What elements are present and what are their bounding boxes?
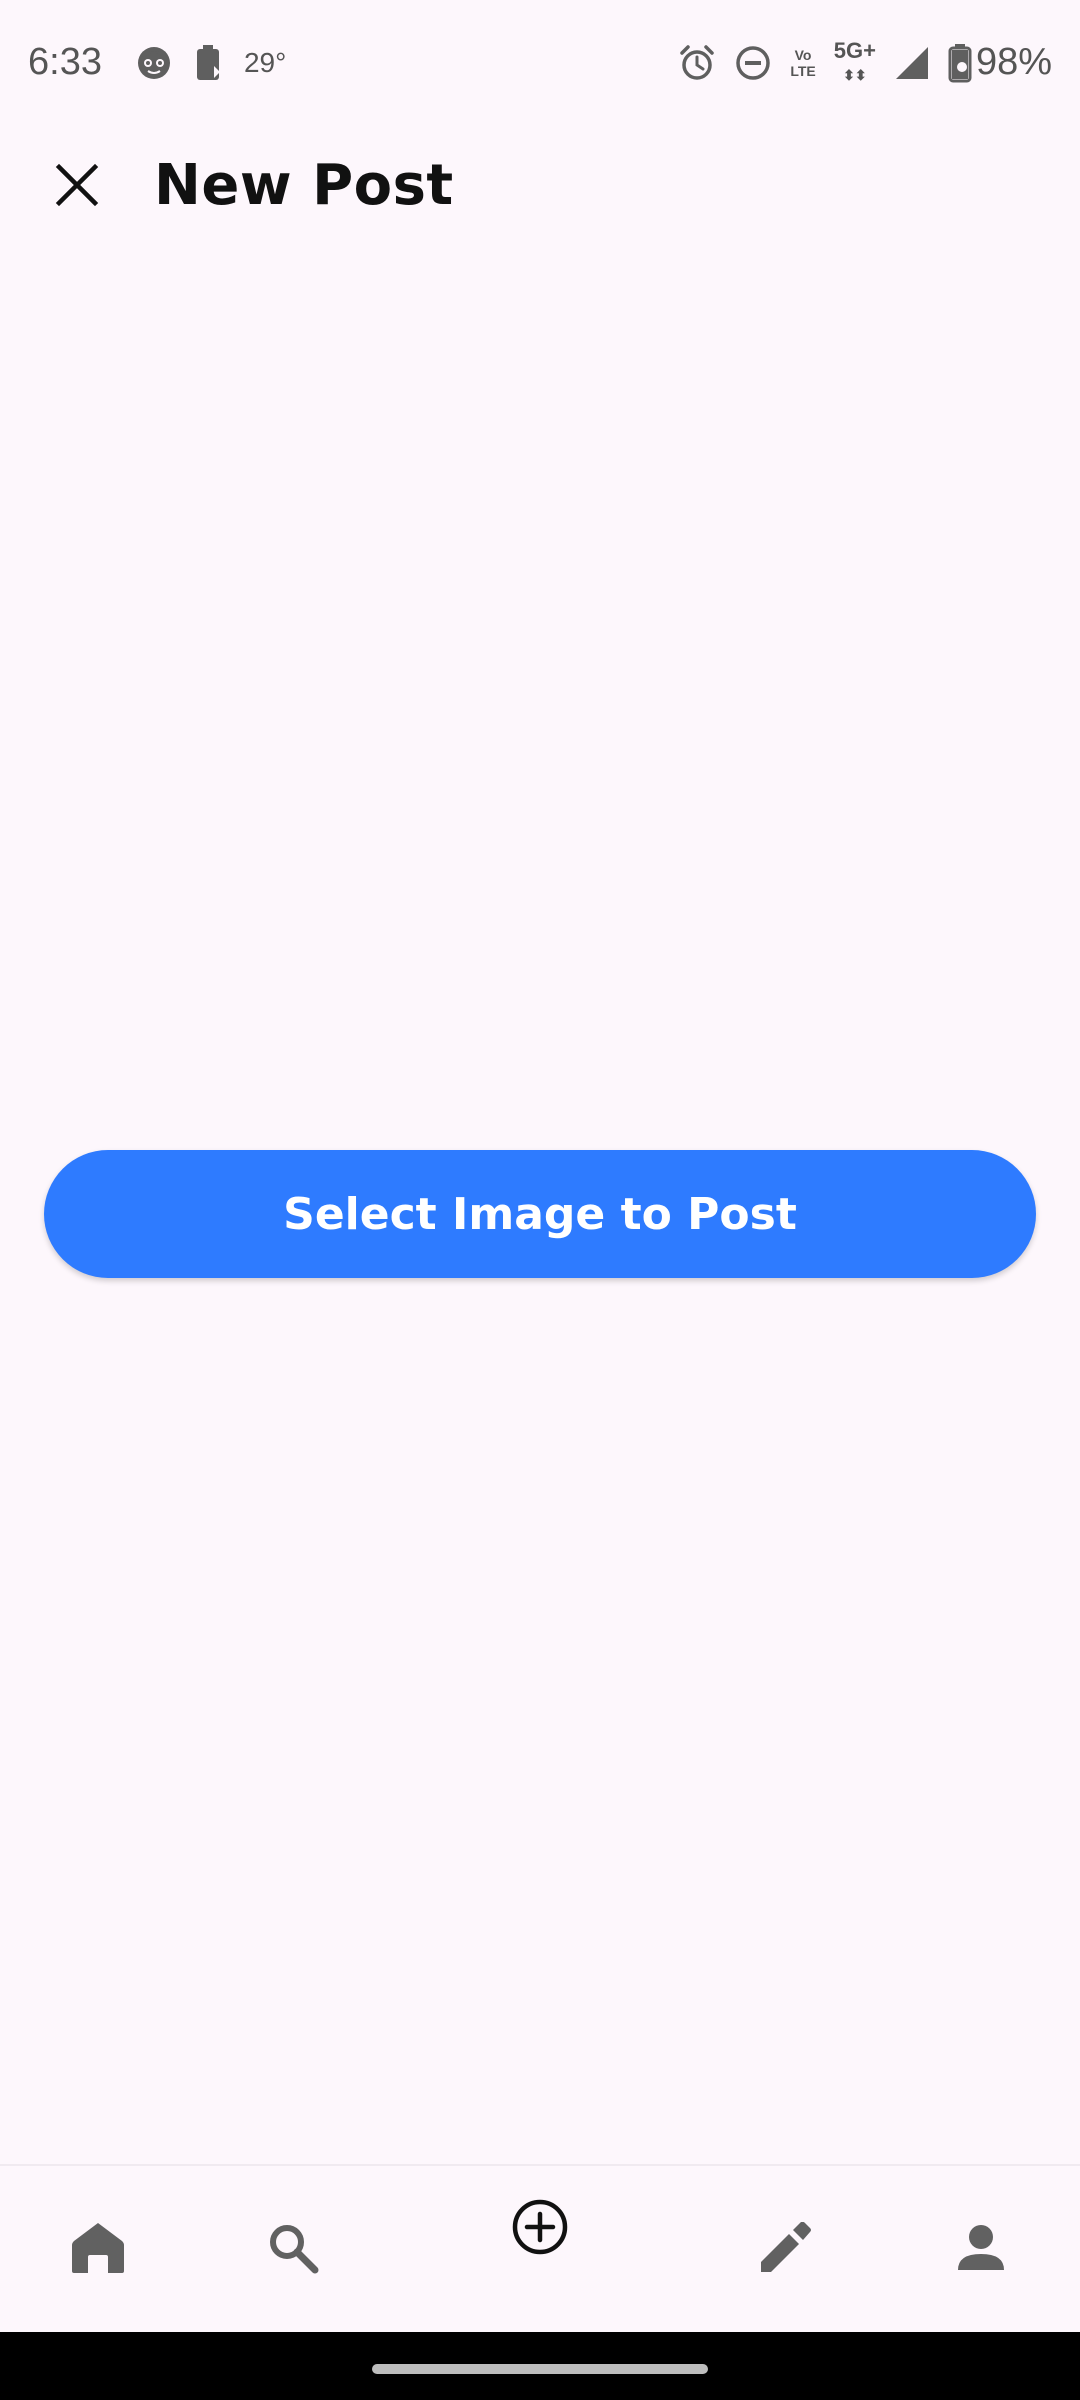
close-icon bbox=[55, 163, 99, 207]
nav-search[interactable] bbox=[238, 2193, 348, 2303]
system-navigation-bar bbox=[0, 2332, 1080, 2400]
status-temperature: 29° bbox=[243, 46, 287, 78]
nav-home[interactable] bbox=[43, 2193, 153, 2303]
5g-icon: 5G+ ⬍⬍ bbox=[833, 37, 876, 83]
bottom-navigation bbox=[0, 2164, 1080, 2332]
page-title: New Post bbox=[154, 152, 454, 218]
status-time: 6:33 bbox=[28, 41, 102, 83]
person-icon bbox=[958, 2225, 1004, 2270]
do-not-disturb-icon bbox=[734, 44, 772, 82]
add-circle-icon bbox=[512, 2199, 568, 2255]
volte-lte-text: LTE bbox=[790, 62, 816, 79]
select-image-button[interactable]: Select Image to Post bbox=[44, 1150, 1036, 1278]
edit-icon bbox=[761, 2222, 811, 2272]
network-5g-text: 5G+ bbox=[833, 37, 876, 63]
close-button[interactable] bbox=[22, 130, 132, 240]
search-icon bbox=[270, 2225, 319, 2274]
volte-vo-text: Vo bbox=[794, 46, 812, 63]
app-bar: New Post bbox=[0, 130, 1080, 240]
status-bar-left: 6:33 29° bbox=[28, 41, 286, 84]
gesture-handle[interactable] bbox=[372, 2364, 708, 2374]
status-bar-right: Vo LTE 5G+ ⬍⬍ 98% bbox=[678, 37, 1052, 86]
nav-profile[interactable] bbox=[926, 2193, 1036, 2303]
battery-icon bbox=[948, 43, 972, 83]
battery-percent: 98% bbox=[975, 41, 1052, 83]
volte-icon: Vo LTE bbox=[790, 47, 815, 79]
face-icon bbox=[136, 45, 172, 81]
status-bar: 6:33 29° Vo LTE 5G+ ⬍⬍ 98% bbox=[0, 0, 1080, 125]
home-icon bbox=[72, 2223, 124, 2273]
nav-edit[interactable] bbox=[730, 2193, 840, 2303]
nav-add-post[interactable] bbox=[485, 2172, 595, 2282]
signal-icon bbox=[894, 45, 930, 81]
battery-saver-icon bbox=[194, 44, 222, 82]
alarm-icon bbox=[678, 44, 716, 82]
